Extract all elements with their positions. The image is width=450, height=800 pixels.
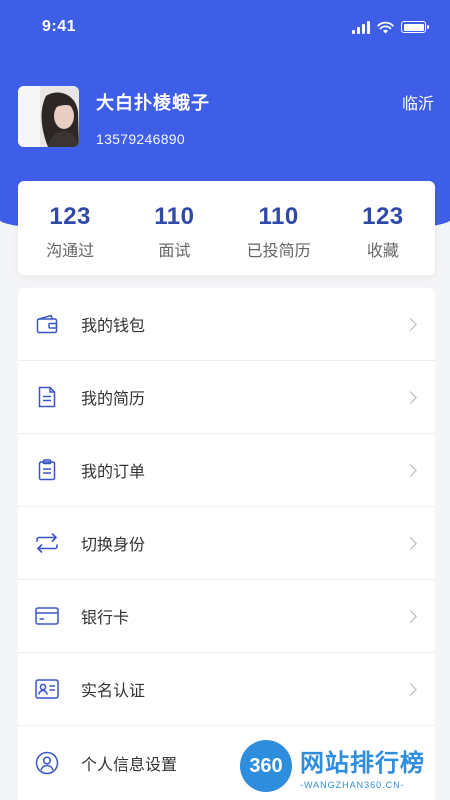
stats-card: 123 沟通过 110 面试 110 已投简历 123 收藏 (18, 181, 435, 275)
profile-section: 大白扑棱蛾子 13579246890 临沂 (18, 86, 438, 148)
chevron-right-icon (404, 463, 417, 477)
status-time: 9:41 (42, 18, 77, 35)
status-bar: 9:41 (0, 0, 450, 54)
menu-item-wallet[interactable]: 我的钱包 (18, 288, 435, 361)
watermark-badge: 360 (240, 740, 292, 792)
order-icon (35, 458, 59, 482)
watermark-logo: 360 网站排行榜 -WANGZHAN360.CN- (240, 736, 446, 796)
menu-list: 我的钱包 我的简历 我的订单 切换身份 银行卡 实名认证 个人信息设置 (18, 288, 435, 800)
resume-icon (35, 385, 59, 409)
menu-item-verification[interactable]: 实名认证 (18, 653, 435, 726)
user-phone: 13579246890 (96, 131, 185, 147)
stat-value: 123 (362, 203, 404, 230)
city-selector[interactable]: 临沂 (402, 90, 434, 114)
chevron-right-icon (404, 317, 417, 331)
menu-label: 我的简历 (81, 391, 146, 408)
menu-item-bank-card[interactable]: 银行卡 (18, 580, 435, 653)
menu-label: 切换身份 (81, 537, 146, 554)
stat-label: 收藏 (366, 243, 399, 260)
stat-favorites[interactable]: 123 收藏 (331, 181, 435, 275)
user-name: 大白扑棱蛾子 (96, 93, 210, 113)
watermark-subtitle: -WANGZHAN360.CN- (300, 779, 405, 790)
chevron-right-icon (404, 609, 417, 623)
stat-label: 已投简历 (246, 243, 311, 260)
avatar[interactable] (18, 86, 79, 147)
menu-label: 我的钱包 (81, 318, 146, 335)
status-icons (352, 20, 429, 34)
menu-label: 银行卡 (81, 610, 130, 627)
wifi-icon (377, 21, 394, 33)
stat-contacted[interactable]: 123 沟通过 (18, 181, 122, 275)
menu-item-switch-role[interactable]: 切换身份 (18, 507, 435, 580)
menu-label: 实名认证 (81, 683, 146, 700)
stat-label: 沟通过 (46, 243, 95, 260)
stat-label: 面试 (158, 243, 191, 260)
battery-icon (401, 21, 429, 33)
menu-item-orders[interactable]: 我的订单 (18, 434, 435, 507)
profile-info: 大白扑棱蛾子 13579246890 (96, 86, 210, 148)
menu-label: 个人信息设置 (81, 756, 178, 774)
stat-applied[interactable]: 110 已投简历 (227, 181, 331, 275)
stat-value: 110 (258, 203, 299, 230)
menu-item-resume[interactable]: 我的简历 (18, 361, 435, 434)
id-card-icon (35, 677, 59, 701)
switch-icon (35, 531, 59, 555)
stat-interview[interactable]: 110 面试 (122, 181, 226, 275)
bank-card-icon (35, 604, 59, 628)
watermark-title: 网站排行榜 (300, 749, 425, 777)
menu-label: 我的订单 (81, 464, 146, 481)
user-icon (35, 751, 59, 775)
chevron-right-icon (404, 536, 417, 550)
wallet-icon (35, 312, 59, 336)
signal-icon (352, 20, 370, 34)
chevron-right-icon (404, 390, 417, 404)
chevron-right-icon (404, 682, 417, 696)
stat-value: 123 (49, 203, 91, 230)
stat-value: 110 (154, 203, 195, 230)
watermark-text: 网站排行榜 -WANGZHAN360.CN- (300, 743, 425, 790)
